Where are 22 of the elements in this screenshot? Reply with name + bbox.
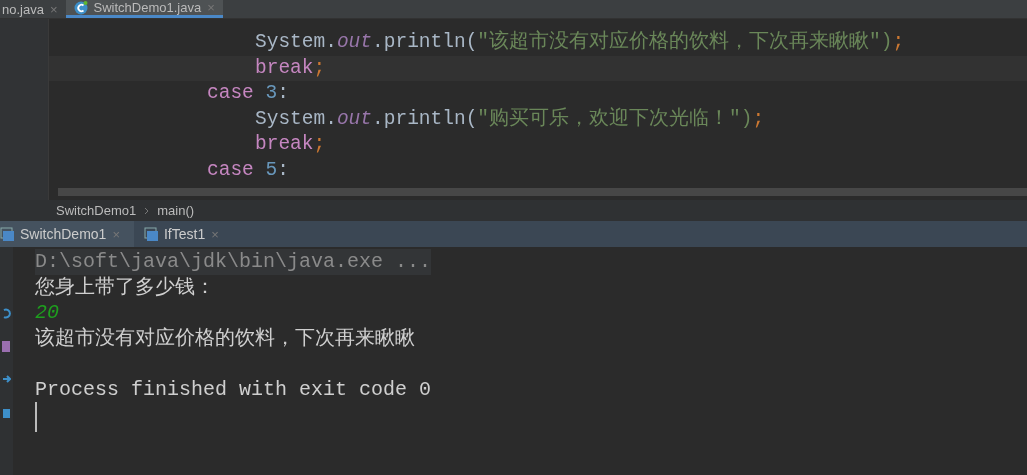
editor-tab[interactable]: no.java ×: [0, 0, 66, 18]
typed-input-text: 20: [35, 301, 59, 324]
console-output: 该超市没有对应价格的饮料，下次再来瞅瞅: [35, 326, 415, 350]
code-line: System.out.println("该超市没有对应价格的饮料，下次再来瞅瞅");: [255, 31, 905, 53]
code-line: case 3:: [207, 82, 289, 104]
breadcrumb-item[interactable]: main(): [157, 203, 195, 218]
code-line: case 5:: [207, 158, 289, 181]
window-icon: [0, 227, 14, 241]
console-command: D:\soft\java\jdk\bin\java.exe ...: [35, 249, 432, 275]
code-line: break;: [255, 133, 326, 155]
window-icon: [143, 227, 158, 241]
text-caret: [35, 402, 37, 432]
console-output: 您身上带了多少钱：: [35, 275, 215, 299]
editor-tab[interactable]: SwitchDemo1.java ×: [65, 0, 223, 18]
breadcrumb-item[interactable]: SwitchDemo1: [56, 203, 137, 218]
console-output: Process finished with exit code 0: [35, 377, 432, 401]
scrollbar[interactable]: [58, 188, 1027, 196]
run-tab[interactable]: SwitchDemo1 ×: [0, 221, 134, 247]
run-tab[interactable]: IfTest1 ×: [133, 221, 233, 247]
chevron-icon: [144, 206, 150, 215]
code-line: System.out.println("购买可乐，欢迎下次光临！");: [255, 107, 765, 130]
code-line: break;: [255, 56, 326, 79]
